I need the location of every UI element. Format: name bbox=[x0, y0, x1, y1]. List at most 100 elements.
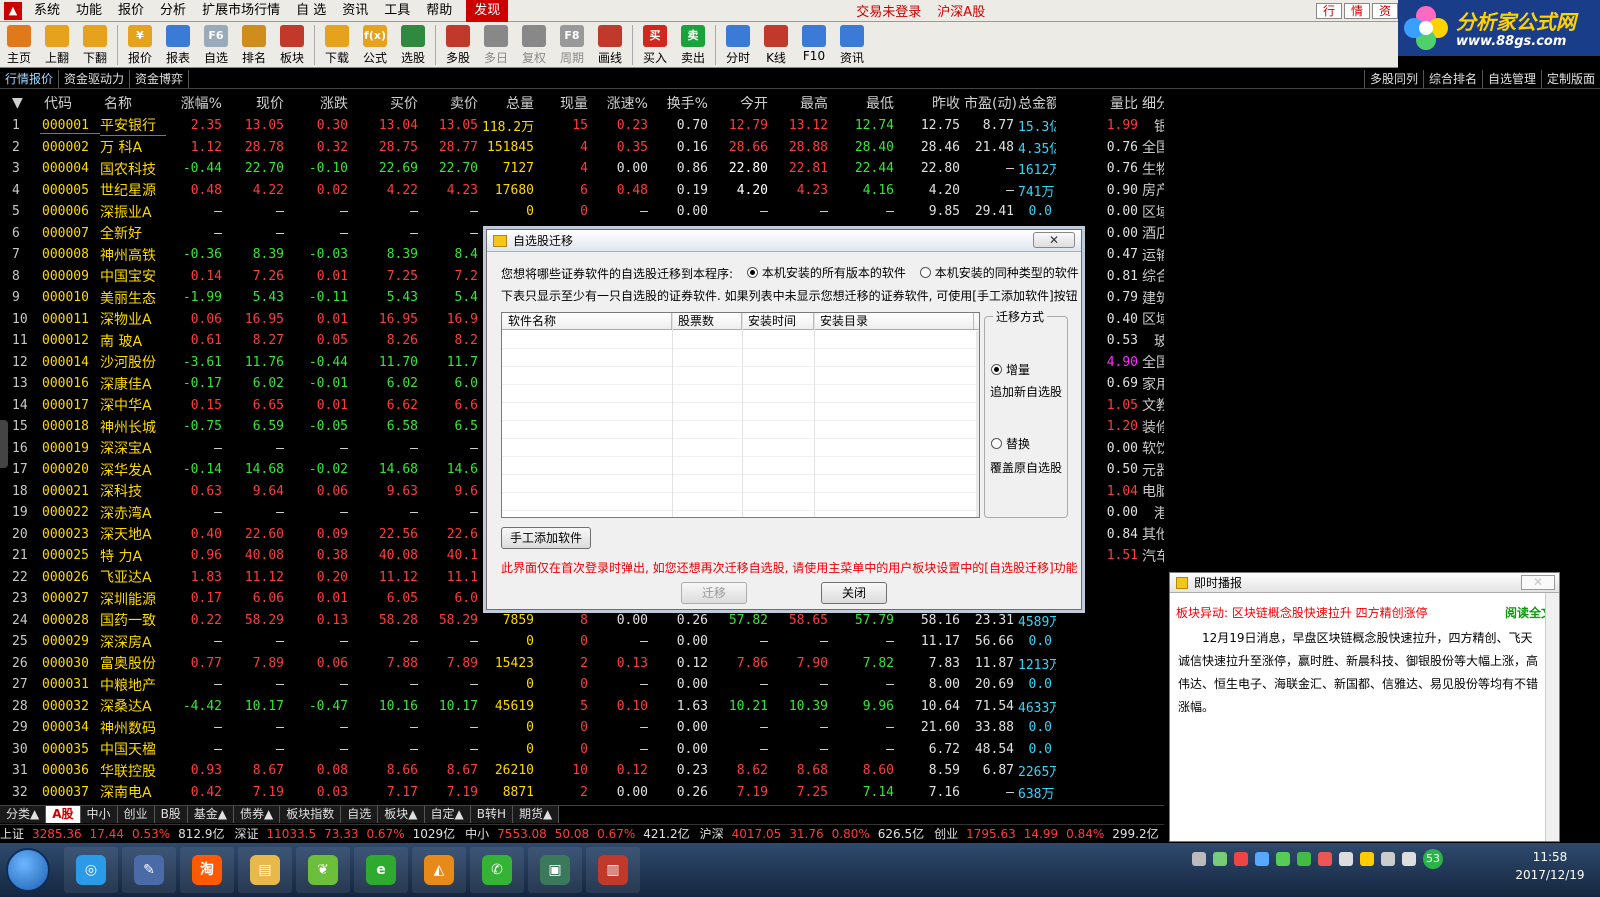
manual-add-button[interactable]: 手工添加软件 bbox=[501, 527, 591, 549]
taskbar-app-editor[interactable]: ✎ bbox=[122, 847, 176, 893]
toolbar-button-rank[interactable]: 排名 bbox=[235, 22, 273, 68]
start-button[interactable] bbox=[6, 848, 50, 892]
index-quote[interactable]: 沪深 4017.05 31.76 0.80% 626.5亿 bbox=[700, 825, 924, 842]
plus-icon[interactable] bbox=[1360, 852, 1374, 866]
column-header[interactable]: 名称 bbox=[100, 93, 166, 113]
right-tab-1[interactable]: 情 bbox=[1344, 3, 1371, 19]
table-row[interactable]: 25 000029 深深房A — — — — — 0 0 — 0.00 — — — 11.17 56.66 0.0 bbox=[0, 631, 1164, 653]
system-clock[interactable]: 11:58 2017/12/19 bbox=[1500, 848, 1600, 884]
column-header[interactable]: 细分行业 bbox=[1142, 93, 1164, 113]
category-tab-0[interactable]: 分类▲ bbox=[0, 806, 47, 823]
toolbar-button-pick[interactable]: 选股 bbox=[394, 22, 432, 68]
column-header[interactable]: 现价 bbox=[226, 93, 288, 113]
column-header[interactable]: 总金额 bbox=[1018, 93, 1056, 113]
display-icon[interactable] bbox=[1381, 852, 1395, 866]
dialog-close-button[interactable]: ✕ bbox=[1033, 232, 1075, 248]
table-row[interactable]: 27 000031 中粮地产 — — — — — 0 0 — 0.00 — — — 8.00 20.69 0.0 bbox=[0, 674, 1164, 696]
column-header[interactable]: 总量 bbox=[482, 93, 538, 113]
layout-tab-3[interactable]: 定制版面 bbox=[1540, 70, 1600, 88]
taskbar-app-explorer[interactable]: ▤ bbox=[238, 847, 292, 893]
news-headline[interactable]: 板块异动: 区块链概念股快速拉升 四方精创涨停 bbox=[1176, 604, 1428, 621]
table-row[interactable]: 1 000001 平安银行 2.35 13.05 0.30 13.04 13.05 118.2万… bbox=[0, 115, 1164, 137]
column-header[interactable]: 最高 bbox=[772, 93, 832, 113]
right-tab-0[interactable]: 行 bbox=[1316, 3, 1343, 19]
layout-tab-1[interactable]: 综合排名 bbox=[1422, 70, 1482, 88]
keyboard-icon[interactable] bbox=[1192, 852, 1206, 866]
menu-item-5[interactable]: 自 选 bbox=[288, 0, 334, 22]
view-tab-1[interactable]: 资金驱动力 bbox=[59, 69, 131, 88]
category-tab-11[interactable]: B转H bbox=[470, 806, 514, 823]
toolbar-button-multi-stock[interactable]: 多股 bbox=[439, 22, 477, 68]
market-status[interactable]: 沪深A股 bbox=[929, 1, 993, 20]
toolbar-button-arrow-up[interactable]: 上翻 bbox=[38, 22, 76, 68]
sort-indicator-icon[interactable]: ▼ bbox=[0, 95, 40, 111]
category-tab-9[interactable]: 板块▲ bbox=[378, 806, 425, 823]
menu-item-6[interactable]: 资讯 bbox=[334, 0, 376, 22]
view-tab-2[interactable]: 资金博弈 bbox=[130, 69, 190, 88]
category-tab-8[interactable]: 自选 bbox=[341, 806, 379, 823]
column-header[interactable]: 今开 bbox=[712, 93, 772, 113]
news-close-button[interactable]: ✕ bbox=[1521, 575, 1555, 590]
list-column-header[interactable]: 安装时间 bbox=[742, 313, 814, 329]
toolbar-button-report[interactable]: 报表 bbox=[159, 22, 197, 68]
table-row[interactable]: 31 000036 华联控股 0.93 8.67 0.08 8.66 8.67 26210 10 0… bbox=[0, 760, 1164, 782]
table-row[interactable]: 2 000002 万 科A 1.12 28.78 0.32 28.75 28.77 151845… bbox=[0, 137, 1164, 159]
layout-tab-2[interactable]: 自选管理 bbox=[1481, 70, 1541, 88]
column-header[interactable]: 市盈(动) bbox=[964, 93, 1018, 113]
toolbar-button-sector[interactable]: 板块 bbox=[273, 22, 311, 68]
taskbar-app-monitor[interactable]: ▣ bbox=[528, 847, 582, 893]
category-tab-2[interactable]: 中小 bbox=[80, 806, 118, 823]
mode-add-option[interactable]: 增量 bbox=[991, 361, 1030, 378]
taskbar-app-tool[interactable]: ◭ bbox=[412, 847, 466, 893]
list-column-header[interactable]: 股票数 bbox=[672, 313, 742, 329]
layout-tab-0[interactable]: 多股同列 bbox=[1363, 70, 1423, 88]
category-tab-5[interactable]: 基金▲ bbox=[187, 806, 235, 823]
column-header[interactable]: 昨收 bbox=[898, 93, 964, 113]
toolbar-button-f10[interactable]: F10 bbox=[795, 22, 833, 68]
mode-replace-option[interactable]: 替换 bbox=[991, 435, 1030, 452]
right-tab-2[interactable]: 资 bbox=[1372, 3, 1399, 19]
mode-replace-dot[interactable] bbox=[991, 438, 1002, 449]
category-tab-7[interactable]: 板块指数 bbox=[280, 806, 342, 823]
menu-find[interactable]: 发现 bbox=[466, 0, 509, 22]
menu-item-2[interactable]: 报价 bbox=[110, 0, 152, 22]
radio-same-type[interactable]: 本机安装的同种类型的软件 bbox=[919, 264, 1079, 281]
radio-all-versions[interactable]: 本机安装的所有版本的软件 bbox=[746, 264, 906, 281]
toolbar-button-buy[interactable]: 买买入 bbox=[636, 22, 674, 68]
battery-icon[interactable] bbox=[1213, 852, 1227, 866]
index-quote[interactable]: 中小 7553.08 50.08 0.67% 421.2亿 bbox=[465, 825, 689, 842]
table-row[interactable]: 26 000030 富奥股份 0.77 7.89 0.06 7.88 7.89 15423 2 0.… bbox=[0, 653, 1164, 675]
qq-icon[interactable] bbox=[1339, 852, 1353, 866]
table-row[interactable]: 4 000005 世纪星源 0.48 4.22 0.02 4.22 4.23 17680 6 0.4… bbox=[0, 180, 1164, 202]
radio-same-dot[interactable] bbox=[919, 267, 931, 278]
close-button[interactable]: 关闭 bbox=[821, 582, 887, 604]
toolbar-button-intraday[interactable]: 分时 bbox=[719, 22, 757, 68]
toolbar-button-news[interactable]: 资讯 bbox=[833, 22, 871, 68]
taskbar-app-360browser[interactable]: e bbox=[354, 847, 408, 893]
taskbar-app-wechat[interactable]: ✆ bbox=[470, 847, 524, 893]
toolbar-button-restore[interactable]: 复权 bbox=[515, 22, 553, 68]
list-scrollbar[interactable] bbox=[976, 331, 979, 517]
toolbar-button-multi-day[interactable]: 多日 bbox=[477, 22, 515, 68]
mode-add-dot[interactable] bbox=[991, 364, 1002, 375]
wechat-tray-icon[interactable] bbox=[1297, 852, 1311, 866]
chat-icon[interactable] bbox=[1276, 852, 1290, 866]
table-row[interactable]: 32 000037 深南电A 0.42 7.19 0.03 7.17 7.19 8871 2 0.0… bbox=[0, 782, 1164, 804]
column-header[interactable]: 最低 bbox=[832, 93, 898, 113]
login-status[interactable]: 交易未登录 bbox=[848, 1, 929, 20]
toolbar-button-download[interactable]: 下载 bbox=[318, 22, 356, 68]
menu-item-7[interactable]: 工具 bbox=[376, 0, 418, 22]
taskbar-app-stock[interactable]: ▥ bbox=[586, 847, 640, 893]
table-row[interactable]: 29 000034 神州数码 — — — — — 0 0 — 0.00 — — — 21.60 33.88 0.0 bbox=[0, 717, 1164, 739]
column-header[interactable]: 涨速% bbox=[592, 93, 652, 113]
column-header[interactable]: 现量 bbox=[538, 93, 592, 113]
toolbar-button-draw-line[interactable]: 画线 bbox=[591, 22, 629, 68]
toolbar-button-formula[interactable]: f(x) 公式 bbox=[356, 22, 394, 68]
toolbar-button-f8[interactable]: F8 周期 bbox=[553, 22, 591, 68]
software-list[interactable]: 软件名称 股票数 安装时间 安装目录 bbox=[501, 312, 980, 518]
index-quote[interactable]: 创业 1795.63 14.99 0.84% 299.2亿 bbox=[934, 825, 1158, 842]
category-tab-4[interactable]: B股 bbox=[154, 806, 188, 823]
toolbar-button-home[interactable]: 主页 bbox=[0, 22, 38, 68]
news-scrollbar[interactable] bbox=[1545, 593, 1559, 841]
menu-item-8[interactable]: 帮助 bbox=[418, 0, 460, 22]
